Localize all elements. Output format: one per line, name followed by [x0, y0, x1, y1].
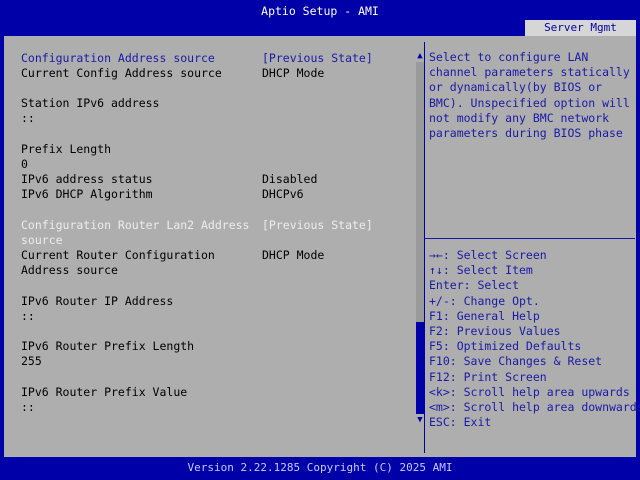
key-legend: →←: Select Screen ↑↓: Select Item Enter:…	[429, 248, 640, 430]
ipv6-router-ip-label: IPv6 Router IP Address	[21, 294, 174, 308]
config-router-lan2-label[interactable]: Configuration Router Lan2 Address	[21, 218, 249, 233]
help-panel: Select to configure LAN channel paramete…	[425, 42, 640, 453]
key-f1: F1: General Help	[429, 308, 540, 323]
config-address-source-label[interactable]: Configuration Address source	[21, 51, 215, 66]
key-select-screen: →←: Select Screen	[429, 248, 547, 262]
prefix-length-label: Prefix Length	[21, 142, 112, 156]
config-router-lan2-value[interactable]: [Previous State]	[262, 218, 373, 233]
ipv6-dhcp-algorithm-value: DHCPv6	[262, 187, 304, 201]
scrollbar-thumb[interactable]	[416, 322, 424, 414]
ipv6-router-prefix-value-value: ::	[21, 400, 35, 414]
ipv6-address-status-label: IPv6 address status	[21, 172, 153, 186]
help-line: not modify any BMC network	[429, 110, 610, 125]
ipv6-router-prefix-value-label: IPv6 Router Prefix Value	[21, 385, 188, 399]
help-line: parameters during BIOS phase	[429, 125, 623, 140]
station-ipv6-address-label: Station IPv6 address	[21, 96, 160, 110]
ipv6-router-prefix-length-value: 255	[21, 354, 42, 368]
ipv6-router-prefix-length-label: IPv6 Router Prefix Length	[21, 339, 195, 353]
key-f5: F5: Optimized Defaults	[429, 339, 582, 354]
key-scroll-up: <k>: Scroll help area upwards	[429, 384, 630, 399]
config-router-lan2-label-cont[interactable]: source	[21, 233, 63, 248]
station-ipv6-address-value: ::	[21, 111, 35, 125]
key-esc: ESC: Exit	[429, 415, 492, 430]
prefix-length-value: 0	[21, 157, 28, 171]
help-line: Select to configure LAN	[429, 50, 589, 64]
tab-server-mgmt[interactable]: Server Mgmt	[525, 20, 636, 36]
current-router-config-label-cont: Address source	[21, 263, 118, 277]
key-scroll-down: <m>: Scroll help area downwards	[429, 399, 640, 414]
ipv6-dhcp-algorithm-label: IPv6 DHCP Algorithm	[21, 187, 153, 201]
config-address-source-value[interactable]: [Previous State]	[262, 51, 373, 66]
current-router-config-label: Current Router Configuration	[21, 248, 215, 262]
help-line: BMC). Unspecified option will	[429, 95, 630, 110]
key-f12: F12: Print Screen	[429, 369, 547, 384]
settings-list: Configuration Address source [Previous S…	[6, 42, 425, 453]
help-text: Select to configure LAN channel paramete…	[429, 50, 634, 141]
key-change-opt: +/-: Change Opt.	[429, 293, 540, 308]
ipv6-router-ip-value: ::	[21, 309, 35, 323]
key-f10: F10: Save Changes & Reset	[429, 354, 603, 369]
help-line: or dynamically(by BIOS or	[429, 80, 603, 95]
key-enter: Enter: Select	[429, 278, 520, 293]
key-select-item: ↑↓: Select Item	[429, 263, 533, 278]
current-config-address-source-label: Current Config Address source	[21, 66, 222, 80]
footer-version: Version 2.22.1285 Copyright (C) 2025 AMI	[187, 461, 453, 474]
current-config-address-source-value: DHCP Mode	[262, 66, 325, 80]
current-router-config-value: DHCP Mode	[262, 248, 325, 262]
window-title: Aptio Setup - AMI	[261, 4, 379, 18]
help-line: channel parameters statically	[429, 65, 630, 80]
ipv6-address-status-value: Disabled	[262, 172, 318, 186]
key-f2: F2: Previous Values	[429, 323, 561, 338]
help-divider	[425, 238, 635, 239]
